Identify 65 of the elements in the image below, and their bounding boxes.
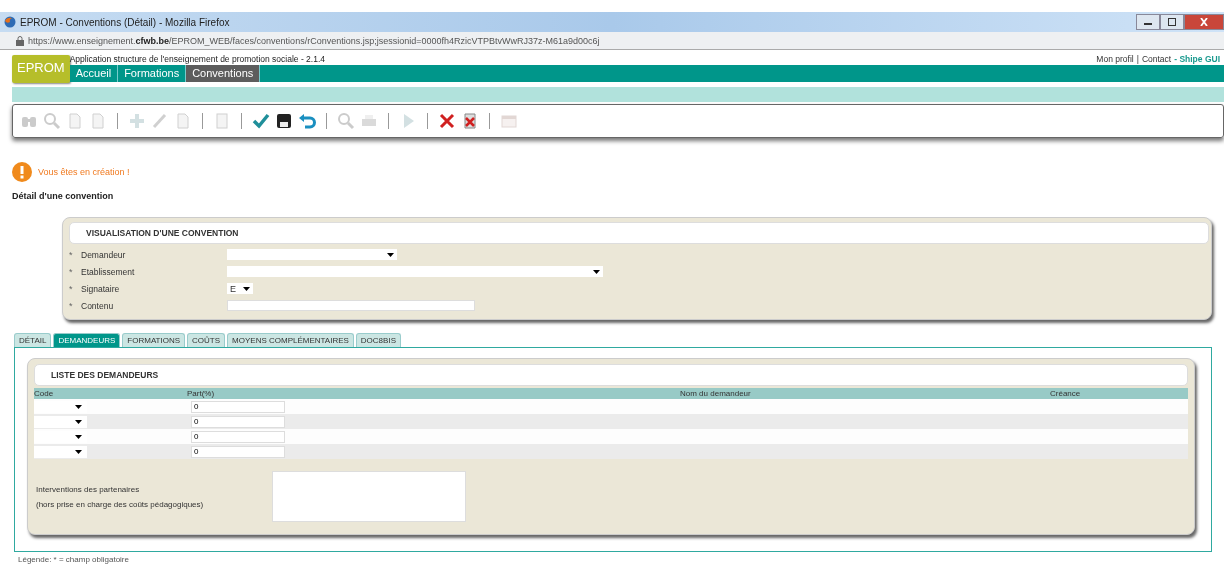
cross-button[interactable] [437,112,457,130]
header-link[interactable]: Mon profil [1096,53,1134,64]
link-separator: | [1136,53,1139,64]
dropdown-field[interactable] [227,249,397,260]
app-subtitle: Application structure de l'enseignement de promotion sociale - 2.1.4 [69,53,326,64]
minimize-button[interactable] [1136,14,1160,30]
field-label: Demandeur [81,249,127,260]
tab[interactable]: FORMATIONS [122,333,186,347]
check-button[interactable] [251,112,271,130]
interventions-textarea[interactable] [272,471,466,522]
caret-icon [75,419,82,424]
column-header: Nom du demandeur [680,389,752,398]
part-input[interactable]: 0 [191,430,285,443]
required-mark: * [69,283,73,294]
warning-icon [12,162,32,182]
field-label: Etablissement [81,266,136,277]
required-mark: * [69,300,73,311]
url-text: https://www.enseignement.cfwb.be/EPROM_WEB/faces/conventions/rConventions.jsp;jsessionid=0000fh4RzicVTPBtvWwRJ37z-M61a9d00c6j [28,35,600,46]
dropdown-field[interactable]: E [227,283,253,294]
column-header: Code [34,389,55,398]
column-header: Créance [1050,389,1081,398]
code-dropdown[interactable] [34,445,87,458]
code-dropdown[interactable] [34,415,87,428]
browser-logo-icon [4,16,16,28]
caret-icon [75,404,82,409]
part-input[interactable]: 0 [191,415,285,428]
lock-icon [16,35,24,46]
legend-text: Légende: * = champ obligatoire [18,555,130,564]
window-title: EPROM - Conventions (Détail) - Mozilla Firefox [20,16,230,28]
interventions-label: Interventions des partenaires [36,484,141,494]
nav-tab[interactable]: Accueil [69,65,119,82]
page-title: Détail d'une convention [12,191,115,201]
caret-icon [593,269,600,274]
close-button[interactable] [1184,14,1224,30]
creation-message: Vous êtes en création ! [38,167,130,177]
required-mark: * [69,266,73,277]
tab[interactable]: MOYENS COMPLÉMENTAIRES [227,333,354,347]
undo-button[interactable] [297,112,317,130]
required-mark: * [69,249,73,260]
panel-title: LISTE DES DEMANDEURS [51,370,159,380]
tab[interactable]: DEMANDEURS [53,333,121,347]
user-name: - Shipe GUI [1174,53,1220,64]
part-input[interactable]: 0 [191,400,285,413]
part-input[interactable]: 0 [191,445,285,458]
caret-icon [243,286,250,291]
field-label: Contenu [81,300,115,311]
address-bar[interactable]: https://www.enseignement.cfwb.be/EPROM_WEB/faces/conventions/rConventions.jsp;jsessionid=0000fh4RzicVTPBtvWwRJ37z-M61a9d00c6j [0,32,1224,50]
floppy-button[interactable] [274,112,294,130]
field-label: Signataire [81,283,121,294]
caret-icon [387,252,394,257]
close-icon [1199,18,1209,26]
panel-title: VISUALISATION D'UNE CONVENTION [86,228,239,238]
tab[interactable]: COÛTS [187,333,226,347]
maximize-icon [1167,18,1177,26]
tab[interactable]: DOC8BIS [355,333,401,347]
nav-tab[interactable]: Conventions [186,65,261,82]
caret-icon [75,449,82,454]
header-link[interactable]: Contact [1141,53,1172,64]
interventions-label: (hors prise en charge des coûts pédagogiques) [36,499,205,509]
column-header: Part(%) [187,389,216,398]
tab[interactable]: DÉTAIL [14,333,52,347]
maximize-button[interactable] [1160,14,1184,30]
dropdown-field[interactable] [227,266,603,277]
input-field[interactable] [227,300,475,311]
caret-icon [75,434,82,439]
